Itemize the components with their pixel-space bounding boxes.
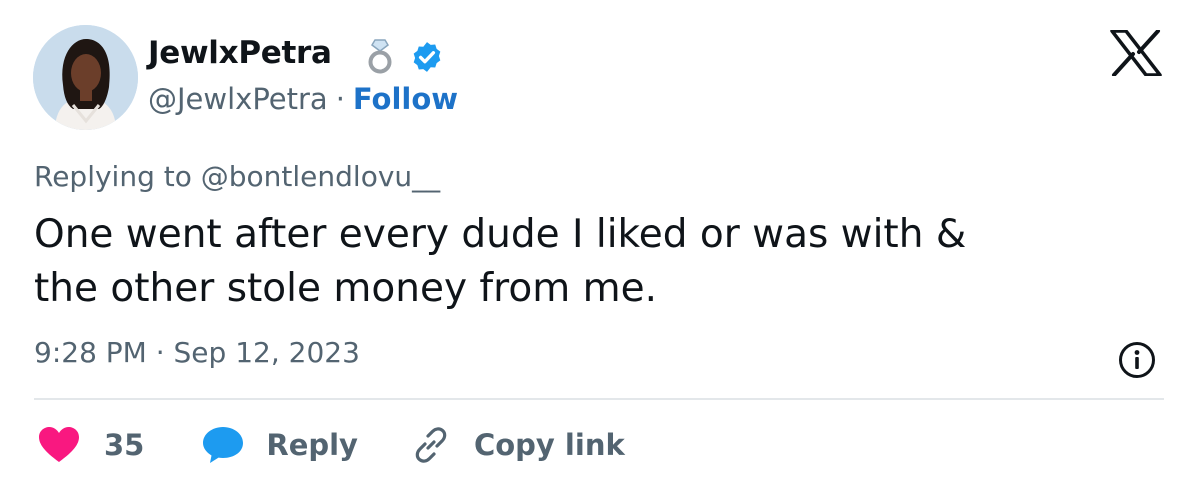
- tweet-text-line-1: One went after every dude I liked or was…: [34, 212, 967, 257]
- ring-emoji-icon: [368, 39, 392, 74]
- heart-icon: [39, 427, 79, 462]
- link-icon: [415, 427, 447, 463]
- reply-button[interactable]: Reply: [202, 425, 410, 465]
- replying-to[interactable]: Replying to @bontlendlovu__: [34, 160, 440, 193]
- x-logo-icon[interactable]: [1110, 30, 1162, 76]
- user-handle[interactable]: @JewlxPetra: [148, 82, 328, 116]
- verified-badge-icon: [413, 42, 441, 72]
- like-button[interactable]: 35: [38, 426, 202, 464]
- copy-link-button[interactable]: Copy link: [410, 424, 625, 466]
- timestamp[interactable]: 9:28 PM · Sep 12, 2023: [34, 336, 360, 369]
- tweet-text: One went after every dude I liked or was…: [34, 208, 1164, 316]
- handle-line: @JewlxPetra · Follow: [148, 82, 458, 116]
- action-bar: 35 Reply Copy link: [38, 418, 625, 472]
- info-icon[interactable]: [1117, 340, 1157, 380]
- speech-bubble-icon: [203, 427, 244, 463]
- avatar[interactable]: [33, 25, 138, 130]
- tweet-text-line-2: the other stole money from me.: [34, 266, 657, 311]
- divider: [34, 398, 1164, 400]
- copy-link-label: Copy link: [473, 428, 625, 462]
- handle-separator: ·: [335, 82, 345, 116]
- like-count: 35: [104, 428, 145, 462]
- follow-button[interactable]: Follow: [353, 82, 458, 116]
- reply-label: Reply: [266, 428, 358, 462]
- display-name[interactable]: JewlxPetra: [148, 35, 332, 71]
